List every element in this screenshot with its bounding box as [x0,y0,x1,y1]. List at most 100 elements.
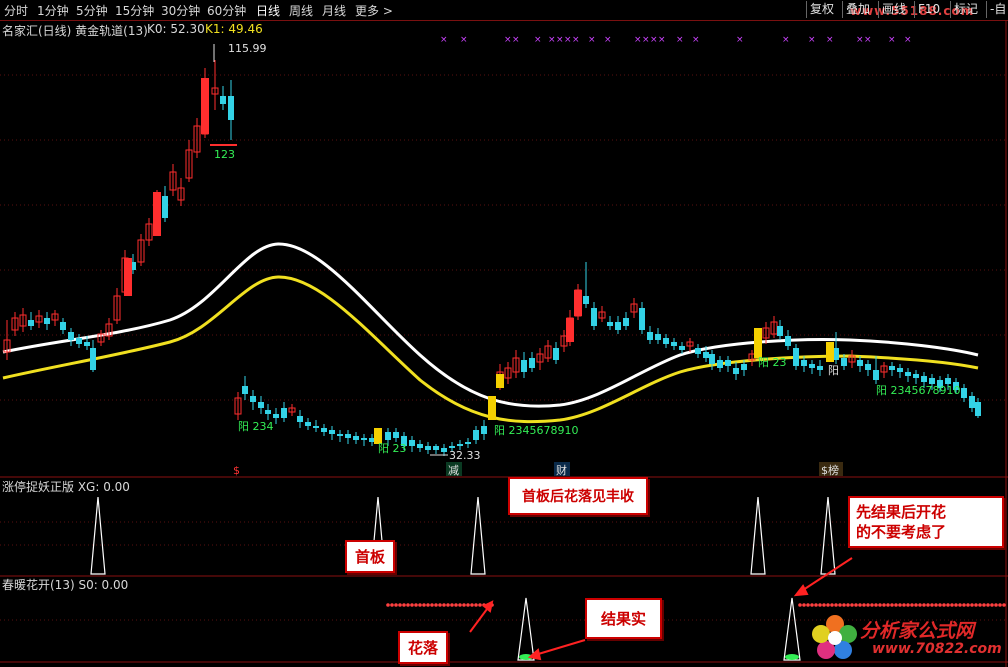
s0-dot [894,603,898,607]
s0-dot [834,603,838,607]
event-marker[interactable]: $榜 [821,463,839,477]
x-mark: × [904,35,912,45]
candle-body [228,96,234,120]
candle-body [201,78,209,134]
x-mark: × [556,35,564,45]
x-mark: × [736,35,744,45]
s0-dot [858,603,862,607]
s0-dot [402,603,406,607]
s0-dot [962,603,966,607]
s0-dot [866,603,870,607]
candle-body [817,366,823,370]
event-marker[interactable]: $ [233,464,240,477]
x-mark: × [634,35,642,45]
candle-body [873,370,879,380]
candle-body [793,348,799,366]
candle-body [623,318,629,326]
high-price-label: 115.99 [228,42,267,55]
s0-dot [434,603,438,607]
s0-dot [986,603,990,607]
event-markers: $ 减 财 $榜 [233,462,843,477]
candle-body [695,348,701,354]
x-mark: × [676,35,684,45]
s0-dot [458,603,462,607]
s0-dot [398,603,402,607]
s0-dot [814,603,818,607]
candle-body [361,438,367,440]
x-mark: × [564,35,572,45]
xg-panel-title: 涨停捉妖正版 XG: 0.00 [2,479,130,494]
s0-dot [1002,603,1006,607]
low-price-label: 32.33 [449,449,481,462]
candle-body [679,346,685,350]
candle-body [741,364,747,370]
candle-body [865,364,871,370]
s0-dot [854,603,858,607]
candle-body [961,388,967,398]
s0-dot [926,603,930,607]
event-marker[interactable]: 财 [556,463,567,477]
s0-dot [914,603,918,607]
annotation-line: 先结果后开花 [856,503,947,521]
candle-body [647,332,653,340]
s0-dot [910,603,914,607]
s0-spike [517,597,535,661]
xg-spike [750,496,766,575]
s0-dot [466,603,470,607]
candle-body [841,358,847,366]
candle-body [68,332,74,340]
s0-fruit-dot [785,654,799,660]
s0-dot [966,603,970,607]
candle-body [345,434,351,438]
s0-dot [802,603,806,607]
arrow-result-first [799,557,853,593]
signal-bar [826,342,834,362]
s0-dot-rows [386,603,1006,607]
s0-dot [806,603,810,607]
signal-bars [374,328,834,444]
petal [812,625,830,643]
s0-dot [394,603,398,607]
kline-chart[interactable]: × × × × × × × × × × × × × × × × × × × × × × × × × 115.99 32.33 1… [0,0,1008,667]
s0-dot [422,603,426,607]
candle-body [353,436,359,440]
candle-body [28,320,34,326]
candle-body [441,448,447,452]
s0-dot [850,603,854,607]
s0-dot [454,603,458,607]
x-mark: × [650,35,658,45]
candle-body [725,360,731,366]
s0-dot [842,603,846,607]
candle-body [281,408,287,418]
candle-body [124,258,132,296]
candle-body [220,96,226,104]
event-marker[interactable]: 减 [448,464,459,477]
candle-body [857,360,863,366]
site-logo: 分析家公式网 www.70822.com [808,608,1008,666]
x-mark: × [856,35,864,45]
candle-body [521,360,527,372]
xg-spike [90,496,106,575]
s0-dot [878,603,882,607]
candle-body [297,416,303,422]
candle-body [607,322,613,326]
candle-body [90,348,96,370]
chart-window: 分时 1分钟 5分钟 15分钟 30分钟 60分钟 日线 周线 月线 更多 > … [0,0,1008,667]
count-label: 阳 2345678910 [876,384,960,397]
signal-bar [754,328,762,358]
candle-body [321,428,327,432]
s0-dot [918,603,922,607]
candle-body [703,352,709,358]
count-label: 123 [214,148,235,161]
candle-body [905,372,911,376]
s0-dot [390,603,394,607]
s0-dot [954,603,958,607]
annotation-line: 的不要考虑了 [856,523,947,541]
s0-dot [938,603,942,607]
candle-body [777,326,783,336]
candle-body [663,338,669,344]
candle-body [717,360,723,368]
candle-body [329,430,335,434]
candle-body [258,402,264,408]
s0-dot [934,603,938,607]
